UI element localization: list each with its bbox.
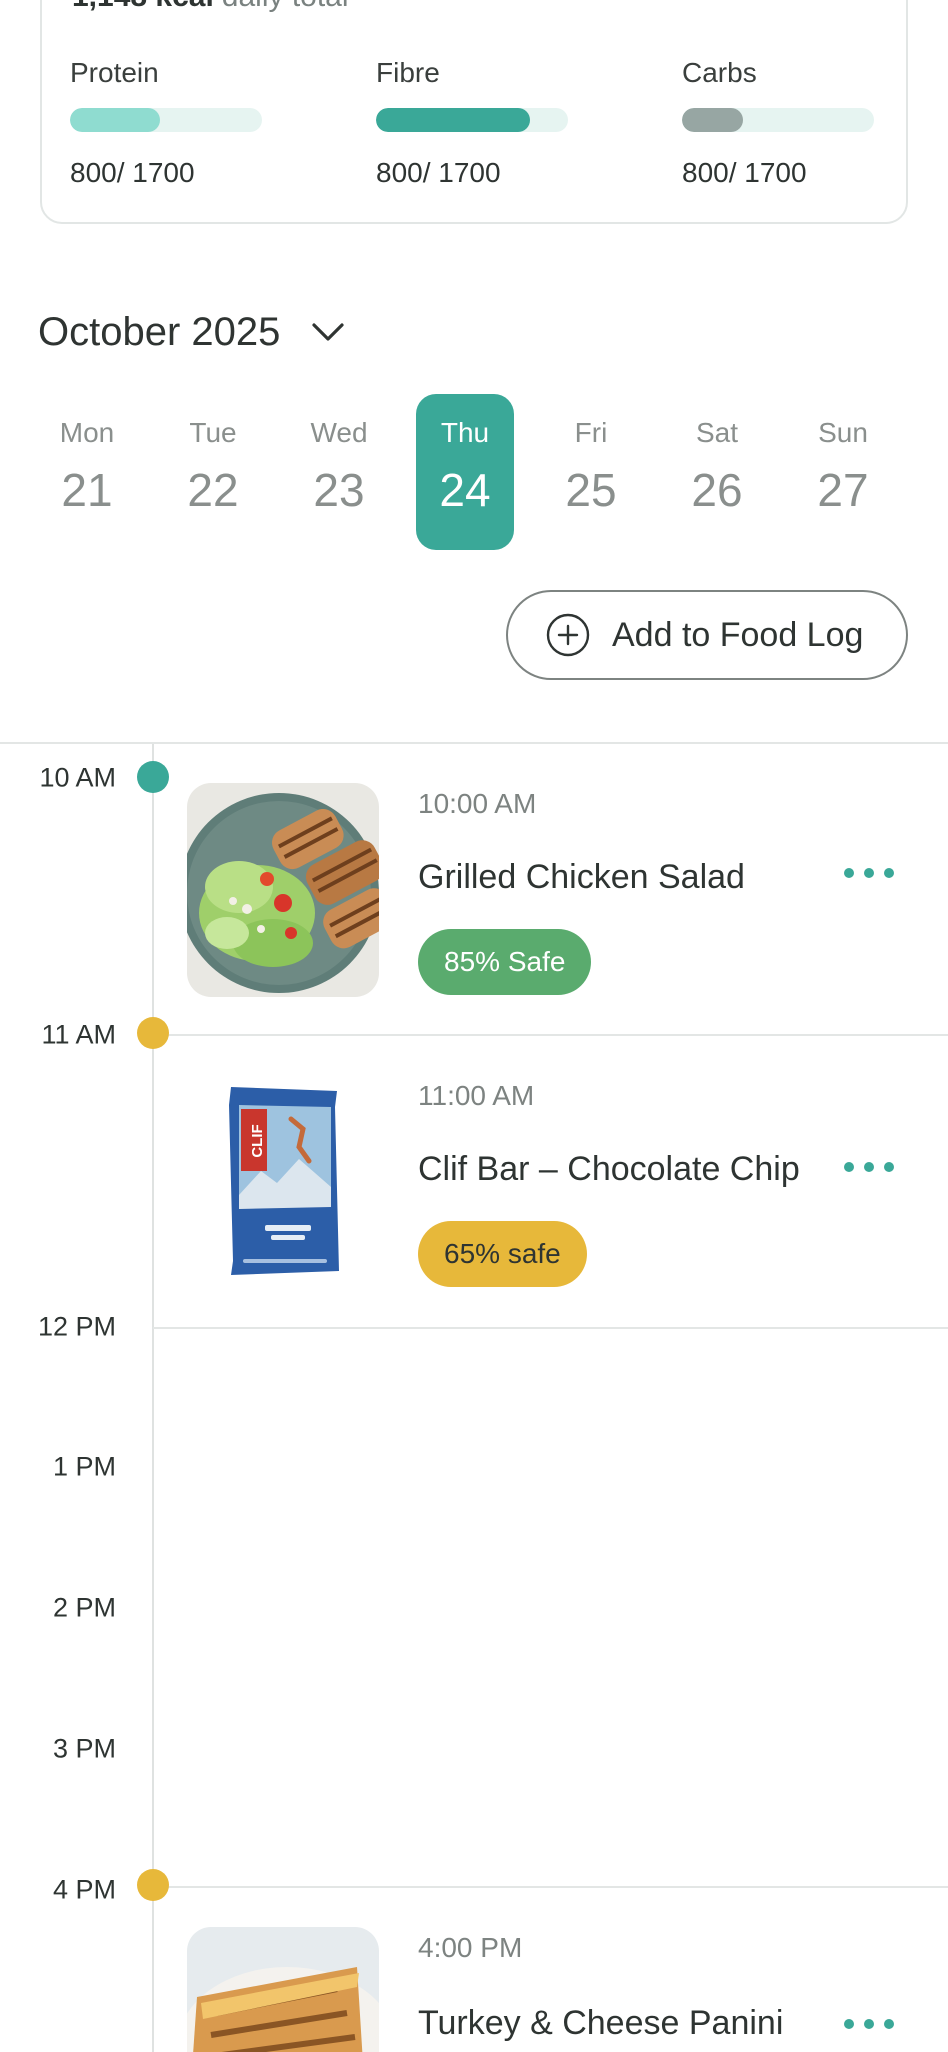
- meal-time: 11:00 AM: [418, 1080, 535, 1111]
- day-name: Thu: [440, 417, 490, 448]
- day-name: Sat: [695, 417, 739, 448]
- add-to-food-log-button[interactable]: Add to Food Log: [506, 590, 908, 680]
- more-dots-icon[interactable]: [844, 1159, 894, 1175]
- day-sat[interactable]: Sat 26: [668, 394, 766, 550]
- day-number: 24: [439, 464, 491, 516]
- day-name: Wed: [310, 417, 368, 448]
- day-number: 23: [313, 464, 365, 516]
- hour-label: 12 PM: [37, 1311, 116, 1342]
- meal-image-grilled-chicken-salad[interactable]: [187, 783, 379, 997]
- daily-total-value: 1,148 kcal: [72, 0, 214, 13]
- macro-value: 800/ 1700: [682, 157, 807, 188]
- macro-name: Carbs: [682, 57, 757, 88]
- plus-circle-icon: [546, 613, 590, 657]
- add-button-label: Add to Food Log: [612, 615, 864, 654]
- macro-progress-track: [70, 108, 262, 132]
- day-number: 22: [187, 464, 239, 516]
- day-name: Sun: [818, 417, 868, 448]
- month-label: October 2025: [38, 310, 281, 354]
- day-thu[interactable]: Thu 24: [416, 394, 514, 550]
- meal-time: 4:00 PM: [418, 1932, 523, 1963]
- week-strip: Mon 21 Tue 22 Wed 23 Thu 24 Fri 25 Sat 2…: [38, 394, 908, 550]
- day-number: 26: [691, 464, 743, 516]
- timeline-axis: [152, 744, 154, 2052]
- hour-label: 3 PM: [52, 1733, 116, 1764]
- timeline-top-divider: [0, 742, 948, 744]
- svg-text:CLIF: CLIF: [249, 1124, 266, 1157]
- meal-time: 10:00 AM: [418, 788, 537, 819]
- day-tue[interactable]: Tue 22: [164, 394, 262, 550]
- macro-protein: Protein 800/ 1700: [70, 56, 270, 190]
- day-sun[interactable]: Sun 27: [794, 394, 892, 550]
- safety-badge: 85% Safe: [418, 929, 592, 995]
- macro-fibre: Fibre 800/ 1700: [376, 56, 576, 190]
- hour-divider: [153, 1886, 948, 1888]
- timeline-dot: [137, 1017, 169, 1049]
- day-number: 21: [61, 464, 113, 516]
- macro-progress-fill: [682, 108, 744, 132]
- safety-badge: 65% safe: [418, 1221, 587, 1287]
- macro-progress-fill: [376, 108, 530, 132]
- macro-progress-track: [682, 108, 874, 132]
- hour-divider: [153, 1034, 948, 1036]
- macro-progress-fill: [70, 108, 161, 132]
- chevron-down-icon[interactable]: [308, 312, 348, 352]
- day-name: Mon: [59, 417, 115, 448]
- day-number: 25: [565, 464, 617, 516]
- day-number: 27: [817, 464, 869, 516]
- day-wed[interactable]: Wed 23: [290, 394, 388, 550]
- hour-label: 4 PM: [52, 1874, 116, 1905]
- hour-label: 10 AM: [39, 762, 116, 793]
- month-selector[interactable]: October 2025: [38, 304, 348, 360]
- meal-name[interactable]: Grilled Chicken Salad: [418, 858, 745, 897]
- more-dots-icon[interactable]: [844, 865, 894, 881]
- macro-name: Protein: [70, 57, 159, 88]
- hour-label: 2 PM: [52, 1592, 116, 1623]
- macro-name: Fibre: [376, 57, 440, 88]
- hour-label: 1 PM: [52, 1451, 116, 1482]
- meal-name[interactable]: Clif Bar – Chocolate Chip: [418, 1150, 800, 1189]
- macro-value: 800/ 1700: [70, 157, 195, 188]
- meal-image-turkey-panini[interactable]: [187, 1927, 379, 2052]
- nutrition-summary-card: 1,148 kcaldaily total Protein 800/ 1700 …: [40, 0, 908, 224]
- macro-progress-track: [376, 108, 568, 132]
- timeline-dot: [137, 761, 169, 793]
- day-name: Fri: [574, 417, 608, 448]
- daily-total-label: daily total: [222, 0, 349, 13]
- daily-total: 1,148 kcal daily total: [72, 0, 349, 12]
- day-name: Tue: [189, 417, 237, 448]
- macro-carbs: Carbs 800/ 1700: [682, 56, 882, 190]
- day-mon[interactable]: Mon 21: [38, 394, 136, 550]
- hour-divider: [153, 1327, 948, 1329]
- meal-name[interactable]: Turkey & Cheese Panini: [418, 2004, 783, 2043]
- meal-image-clif-bar[interactable]: CLIF: [187, 1075, 379, 1289]
- macro-value: 800/ 1700: [376, 157, 501, 188]
- timeline-dot: [137, 1869, 169, 1901]
- more-dots-icon[interactable]: [844, 2016, 894, 2032]
- day-fri[interactable]: Fri 25: [542, 394, 640, 550]
- hour-label: 11 AM: [41, 1019, 116, 1050]
